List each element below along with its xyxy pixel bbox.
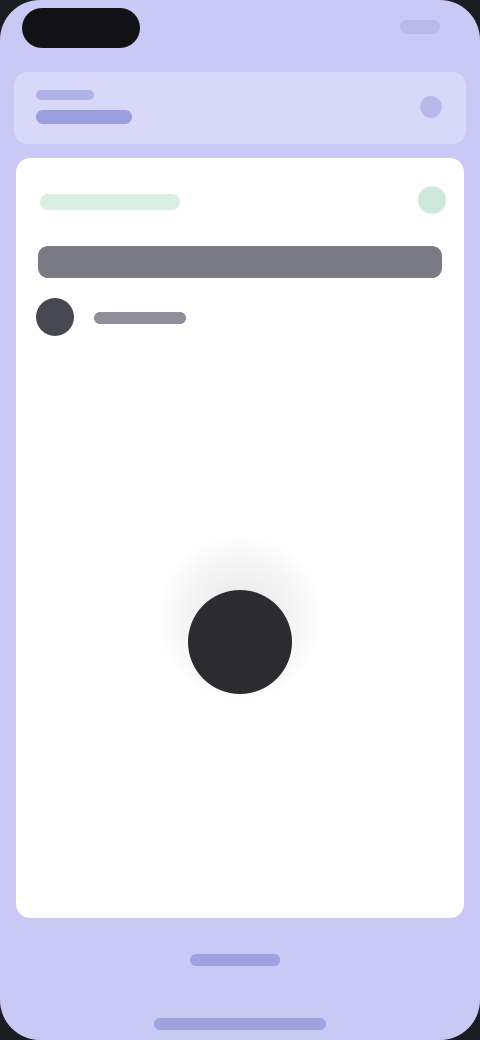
chevron-down-icon[interactable] [420, 96, 442, 118]
page-title [38, 246, 442, 278]
phone-screen [0, 0, 480, 1040]
avatar[interactable] [36, 298, 74, 336]
camera-notch [22, 8, 140, 48]
close-icon[interactable] [418, 186, 446, 214]
header-label [36, 90, 94, 100]
status-bar [0, 0, 480, 64]
bottom-pill-label[interactable] [190, 954, 280, 966]
author-info[interactable] [36, 298, 216, 342]
header-title [36, 110, 132, 124]
home-indicator[interactable] [154, 1018, 326, 1030]
author-name [94, 312, 186, 324]
bottom-navigation [0, 920, 480, 1040]
status-badge [40, 194, 180, 210]
app-header[interactable] [14, 72, 466, 144]
play-button[interactable] [188, 590, 292, 694]
status-indicators [400, 20, 440, 34]
content-card [16, 158, 464, 918]
